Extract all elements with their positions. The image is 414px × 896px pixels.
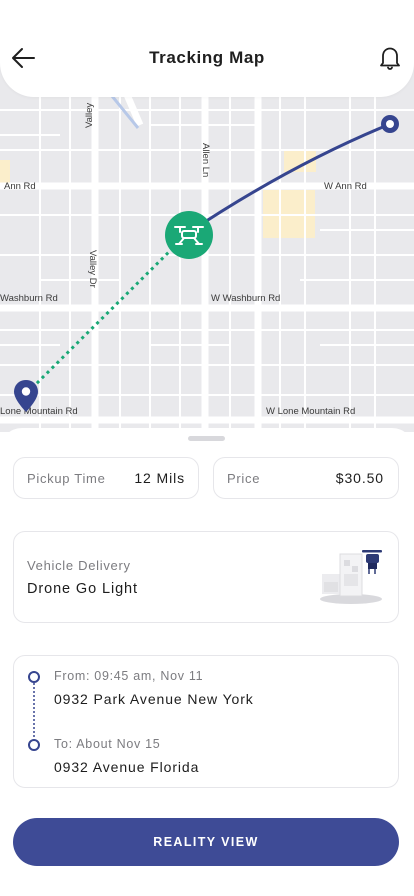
price-label: Price bbox=[227, 471, 261, 486]
route-to-address: 0932 Avenue Florida bbox=[54, 759, 200, 775]
street-label-valley: Valley bbox=[84, 102, 95, 128]
bell-icon[interactable] bbox=[378, 45, 402, 71]
street-label-allen: Allen Ln bbox=[200, 143, 211, 178]
pickup-time-card: Pickup Time 12 Mils bbox=[13, 457, 199, 499]
delivery-details-sheet: Pickup Time 12 Mils Price $30.50 Vehicle… bbox=[0, 428, 414, 896]
route-timeline bbox=[28, 671, 40, 751]
route-from-label: From: 09:45 am, Nov 11 bbox=[54, 669, 204, 683]
route-from-address: 0932 Park Avenue New York bbox=[54, 691, 254, 707]
street-label-w-ann-rd: W Ann Rd bbox=[324, 181, 367, 192]
street-label-w-lone-mountain: W Lone Mountain Rd bbox=[266, 406, 356, 417]
pickup-time-value: 12 Mils bbox=[134, 470, 185, 486]
route-card: From: 09:45 am, Nov 11 0932 Park Avenue … bbox=[13, 655, 399, 788]
street-label-washburn-rd: Washburn Rd bbox=[0, 293, 58, 304]
page-title: Tracking Map bbox=[149, 48, 265, 67]
price-card: Price $30.50 bbox=[213, 457, 399, 499]
location-pin-icon[interactable] bbox=[12, 378, 40, 414]
vehicle-name: Drone Go Light bbox=[27, 581, 138, 597]
app-header: Tracking Map bbox=[0, 0, 414, 97]
drone-package-icon bbox=[320, 550, 382, 604]
drone-icon[interactable] bbox=[164, 210, 214, 260]
sheet-drag-handle[interactable] bbox=[188, 436, 225, 441]
vehicle-label: Vehicle Delivery bbox=[27, 558, 131, 573]
reality-view-button[interactable]: REALITY VIEW bbox=[13, 818, 399, 866]
vehicle-card: Vehicle Delivery Drone Go Light bbox=[13, 531, 399, 623]
destination-marker[interactable] bbox=[379, 113, 401, 135]
street-label-ann-rd: Ann Rd bbox=[4, 181, 36, 192]
route-to-label: To: About Nov 15 bbox=[54, 737, 161, 751]
pickup-time-label: Pickup Time bbox=[27, 471, 106, 486]
price-value: $30.50 bbox=[335, 470, 384, 486]
street-label-valley-dr: Valley Dr bbox=[87, 250, 98, 288]
street-label-w-washburn-rd: W Washburn Rd bbox=[211, 293, 281, 304]
